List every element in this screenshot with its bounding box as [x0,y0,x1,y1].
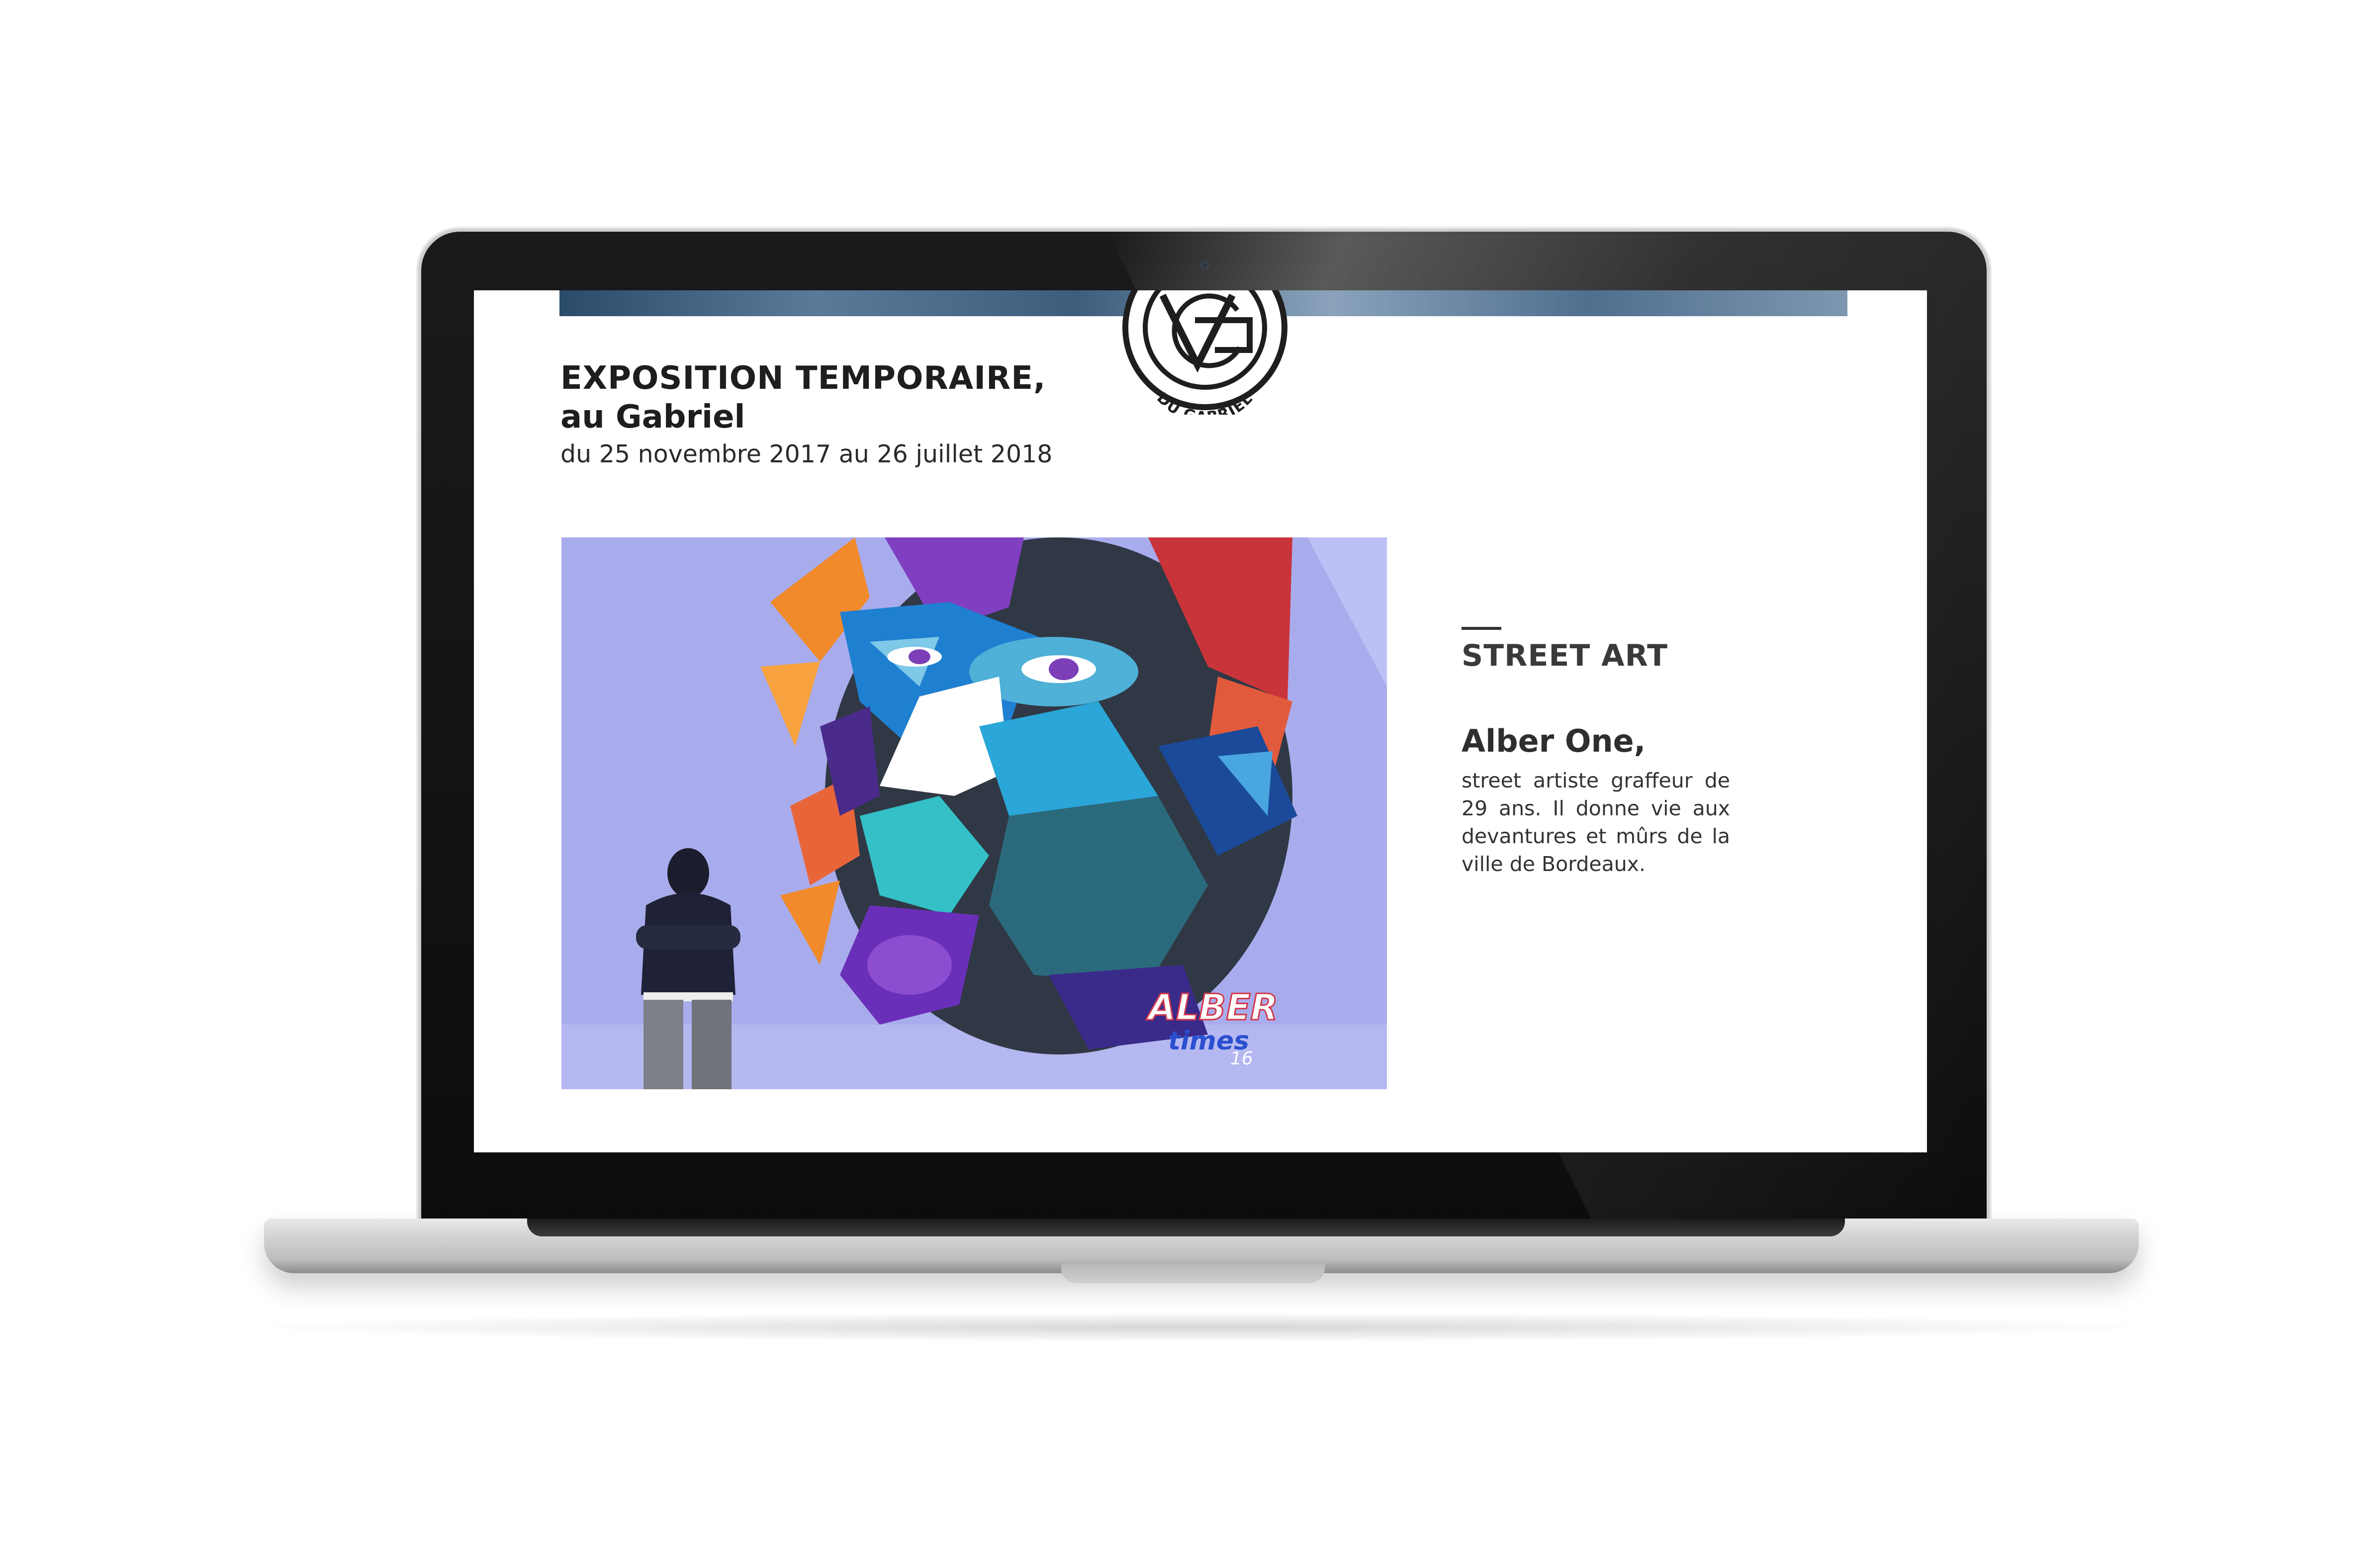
webcam-icon [1201,261,1209,269]
laptop-notch [1061,1263,1325,1283]
signature-text: ALBER [1146,986,1278,1028]
section-accent-line [1462,627,1501,630]
section-heading: STREET ART [1462,638,1668,673]
signature-year-text: 16 [1230,1048,1253,1069]
exhibition-dates: du 25 novembre 2017 au 26 juillet 2018 [560,440,1053,468]
exhibition-header: EXPOSITION TEMPORAIRE, au Gabriel du 25 … [560,359,1107,472]
exhibition-title: EXPOSITION TEMPORAIRE, [560,360,1046,397]
artist-name: Alber One, [1462,723,1646,759]
gabriel-logo[interactable]: DU GABRIEL [1108,290,1302,415]
artist-bio: street artiste graffeur de 29 ans. Il do… [1462,769,1730,876]
laptop-shadow [229,1312,2173,1342]
laptop-hinge [527,1219,1845,1236]
exhibition-subtitle: au Gabriel [560,399,745,436]
street-art-mural-image[interactable]: ALBER times 16 [561,537,1387,1089]
webpage-screen: DU GABRIEL EXPOSITION TEMPORAIRE, au Gab… [474,290,1927,1152]
